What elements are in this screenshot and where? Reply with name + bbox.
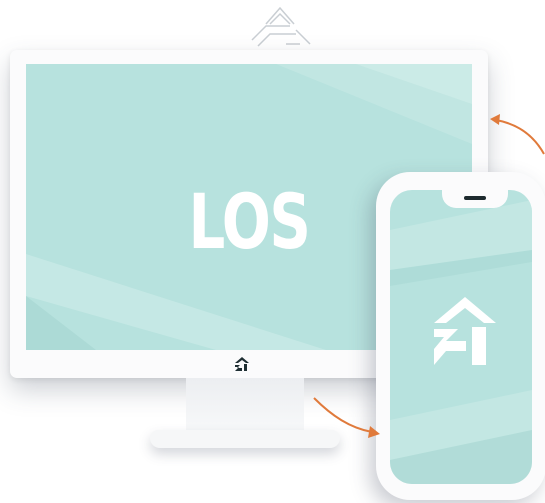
phone-brand-logo-icon	[434, 297, 496, 365]
curved-arrow-icon	[313, 397, 380, 438]
phone-speaker	[464, 196, 486, 200]
top-brand-logo-icon	[251, 6, 311, 47]
curved-arrow-icon	[490, 114, 545, 155]
screen-title: LOS	[188, 177, 311, 266]
chin-brand-logo-icon	[235, 357, 249, 371]
